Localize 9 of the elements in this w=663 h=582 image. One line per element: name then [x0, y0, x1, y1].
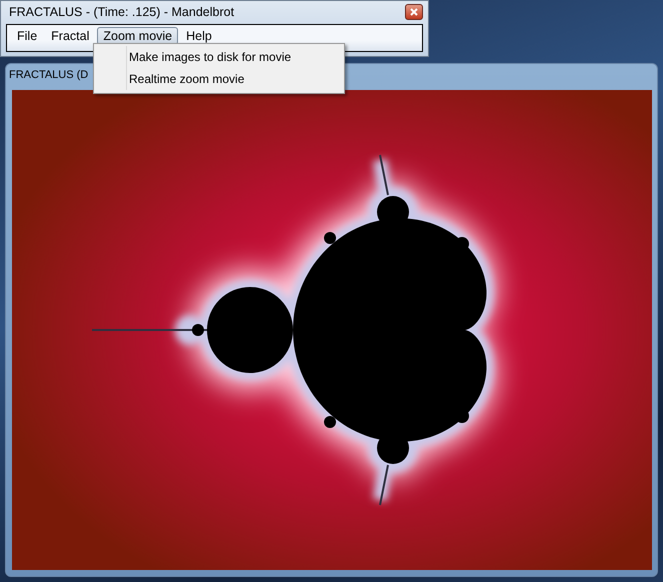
menu-item[interactable]: Fractal — [45, 27, 96, 45]
menu-option[interactable]: Realtime zoom movie — [126, 68, 342, 90]
close-icon — [410, 8, 418, 16]
close-button[interactable] — [405, 4, 423, 20]
window-title: FRACTALUS (D — [9, 69, 88, 81]
window-title: FRACTALUS - (Time: .125) - Mandelbrot — [9, 5, 234, 19]
menu-item[interactable]: File — [11, 27, 44, 45]
menu-item[interactable]: Help — [180, 27, 218, 45]
menu-option[interactable]: Make images to disk for movie — [126, 46, 342, 68]
